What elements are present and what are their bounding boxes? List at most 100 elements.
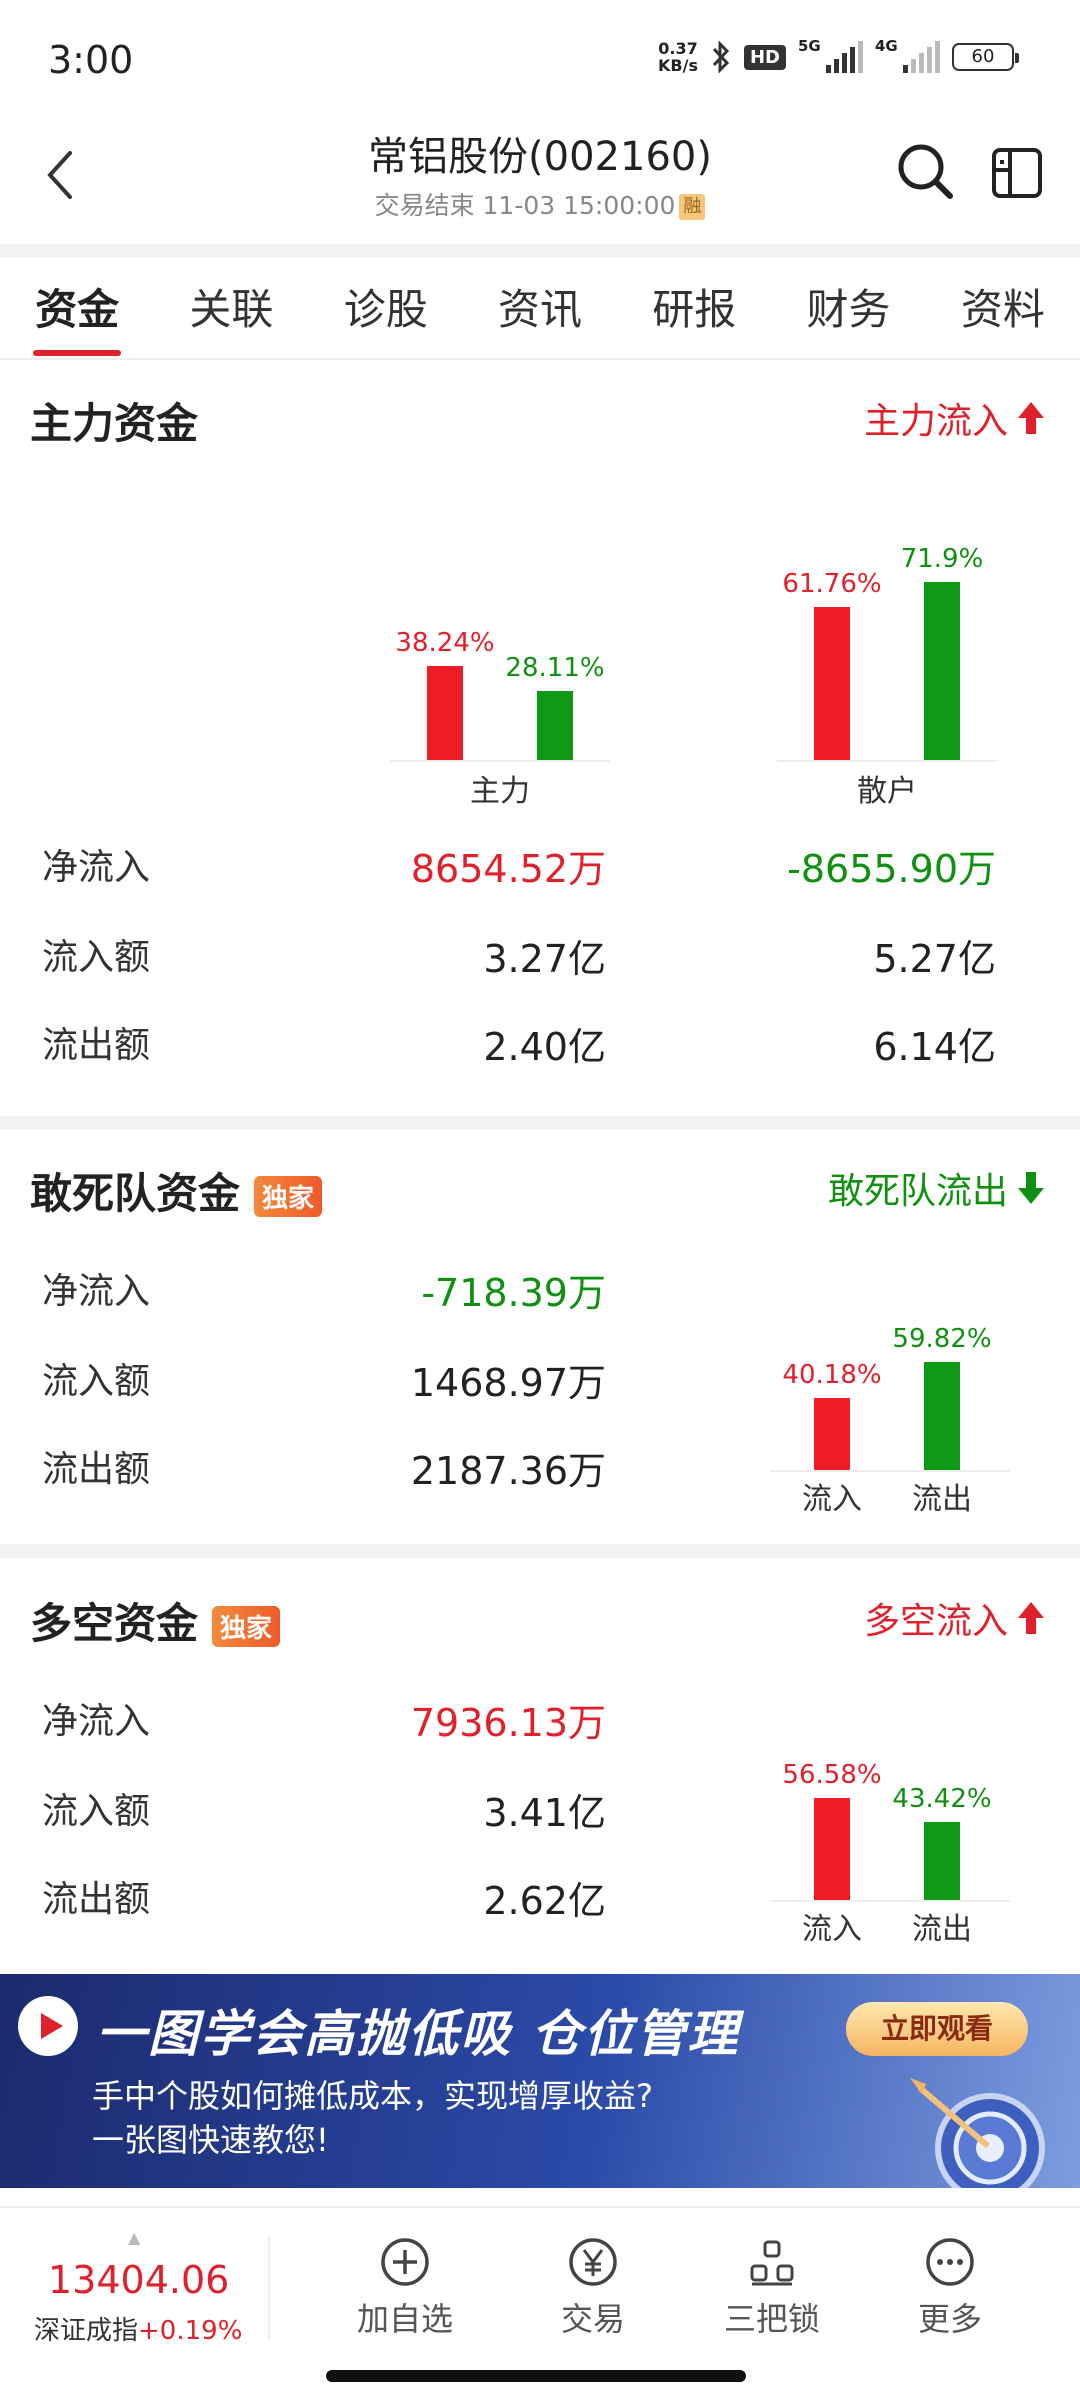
longshort-flow-label: 多空流入	[863, 1601, 1008, 1642]
chart-bar	[814, 607, 850, 760]
status-time: 3:00	[48, 38, 134, 82]
index-name[interactable]: 深证成指+0.19%	[34, 2310, 242, 2347]
tab-diagnose[interactable]: 诊股	[309, 270, 463, 360]
arrow-up-icon	[1018, 1602, 1044, 1634]
row-label: 流出额	[42, 1449, 151, 1490]
banner-title: 一图学会高抛低吸 仓位管理	[96, 2005, 740, 2063]
divider	[0, 358, 1080, 360]
row-label: 净流入	[42, 1701, 151, 1742]
row-value: 2.62亿	[483, 1879, 606, 1923]
chart-category-label: 流入	[802, 1482, 862, 1517]
tab-profile[interactable]: 资料	[926, 270, 1080, 360]
watch-now-button[interactable]: 立即观看	[846, 2002, 1028, 2056]
chart-data-label: 56.58%	[782, 1760, 882, 1791]
nav-trade[interactable]: 交易	[518, 2236, 668, 2340]
index-change: +0.19%	[138, 2316, 243, 2346]
chart-baseline	[390, 760, 610, 762]
row-label: 流入额	[42, 1791, 151, 1832]
nav-label: 三把锁	[723, 2300, 820, 2338]
section-title-dare-fund: 敢死队资金 独家	[30, 1160, 323, 1221]
expand-caret-icon[interactable]: ▲	[128, 2228, 140, 2247]
search-icon[interactable]	[896, 142, 956, 202]
main-value: 2.40亿	[483, 1025, 606, 1069]
chart-data-label: 61.76%	[782, 569, 882, 600]
row-label: 净流入	[42, 1271, 151, 1312]
home-indicator[interactable]	[326, 2370, 746, 2382]
divider	[0, 244, 1080, 258]
share-icon[interactable]	[990, 146, 1044, 200]
status-icons: 0.37 KB/s HD 5G 4G 60	[658, 37, 1019, 74]
row-value: 2187.36万	[410, 1449, 606, 1493]
nav-label: 加自选	[356, 2300, 453, 2338]
tab-bar: 资金 关联 诊股 资讯 研报 财务 资料	[0, 270, 1080, 360]
chart-category-label: 流出	[912, 1912, 972, 1947]
promo-banner[interactable]: 一图学会高抛低吸 仓位管理 手中个股如何摊低成本，实现增厚收益? 一张图快速教您!…	[0, 1974, 1080, 2188]
tab-related[interactable]: 关联	[154, 270, 308, 360]
tab-news[interactable]: 资讯	[463, 270, 617, 360]
row-value: -718.39万	[421, 1271, 606, 1315]
longshort-fund-chart: 56.58% 流入 43.42% 流出	[760, 1740, 1020, 1950]
chart-bar	[814, 1798, 850, 1900]
retail-value: -8655.90万	[787, 847, 996, 891]
row-label: 流入额	[42, 937, 151, 978]
tab-fund[interactable]: 资金	[0, 270, 154, 360]
main-fund-chart: 38.24% 28.11% 主力 61.76% 71.9% 散户	[0, 540, 1080, 810]
tab-research[interactable]: 研报	[617, 270, 771, 360]
chart-bar	[924, 582, 960, 760]
row-label: 净流入	[42, 847, 151, 888]
retail-value: 6.14亿	[873, 1025, 996, 1069]
dare-flow-label: 敢死队流出	[827, 1171, 1008, 1212]
chart-baseline	[770, 1470, 1010, 1472]
main-value: 8654.52万	[410, 847, 606, 891]
chart-data-label: 43.42%	[892, 1783, 992, 1814]
chart-category-label: 散户	[857, 774, 917, 809]
nav-more[interactable]: 更多	[875, 2236, 1025, 2340]
chart-bar	[924, 1821, 960, 1900]
chart-bar	[427, 665, 463, 760]
chart-baseline	[777, 760, 997, 762]
play-icon	[18, 1996, 78, 2056]
dare-fund-chart: 40.18% 流入 59.82% 流出	[760, 1310, 1020, 1520]
divider	[0, 1544, 1080, 1558]
nav-label: 交易	[560, 2300, 625, 2338]
section-title-main-fund: 主力资金	[30, 399, 199, 448]
more-dots-icon	[926, 2238, 974, 2286]
hd-icon: HD	[743, 44, 786, 70]
main-flow-label: 主力流入	[863, 401, 1008, 442]
chart-category-label: 流入	[802, 1912, 862, 1947]
divider	[0, 1116, 1080, 1130]
longshort-flow-link[interactable]: 多空流入	[864, 1592, 1046, 1644]
dart-target-icon	[910, 2078, 1045, 2188]
row-label: 流入额	[42, 1361, 151, 1402]
battery-icon: 60	[952, 43, 1019, 71]
yen-circle-icon	[569, 2238, 617, 2286]
nav-add-watchlist[interactable]: 加自选	[330, 2236, 480, 2340]
row-value: 7936.13万	[410, 1701, 606, 1745]
arrow-down-icon	[1018, 1172, 1044, 1204]
index-value[interactable]: 13404.06	[48, 2258, 229, 2302]
retail-value: 5.27亿	[873, 937, 996, 981]
divider	[268, 2236, 270, 2340]
chart-baseline	[770, 1900, 1010, 1902]
chart-bar	[814, 1397, 850, 1470]
locks-icon	[750, 2240, 794, 2286]
main-flow-link[interactable]: 主力流入	[864, 392, 1046, 444]
row-label: 流出额	[42, 1025, 151, 1066]
exclusive-badge: 独家	[254, 1176, 323, 1217]
nav-three-locks[interactable]: 三把锁	[697, 2236, 847, 2340]
row-value: 1468.97万	[410, 1361, 606, 1405]
chart-data-label: 59.82%	[892, 1324, 992, 1355]
plus-circle-icon	[381, 2238, 429, 2286]
chart-bar	[924, 1362, 960, 1470]
row-value: 3.41亿	[483, 1791, 606, 1835]
chart-data-label: 38.24%	[395, 627, 495, 658]
nav-label: 更多	[917, 2300, 982, 2338]
tab-finance[interactable]: 财务	[771, 270, 925, 360]
chart-data-label: 28.11%	[505, 652, 605, 683]
dare-flow-link[interactable]: 敢死队流出	[828, 1162, 1046, 1214]
signal-4g-icon: 4G	[875, 37, 940, 73]
exclusive-badge: 独家	[212, 1606, 281, 1647]
banner-subtitle: 手中个股如何摊低成本，实现增厚收益? 一张图快速教您!	[92, 2077, 653, 2159]
margin-badge: 融	[679, 194, 706, 220]
chart-data-label: 71.9%	[900, 544, 984, 575]
